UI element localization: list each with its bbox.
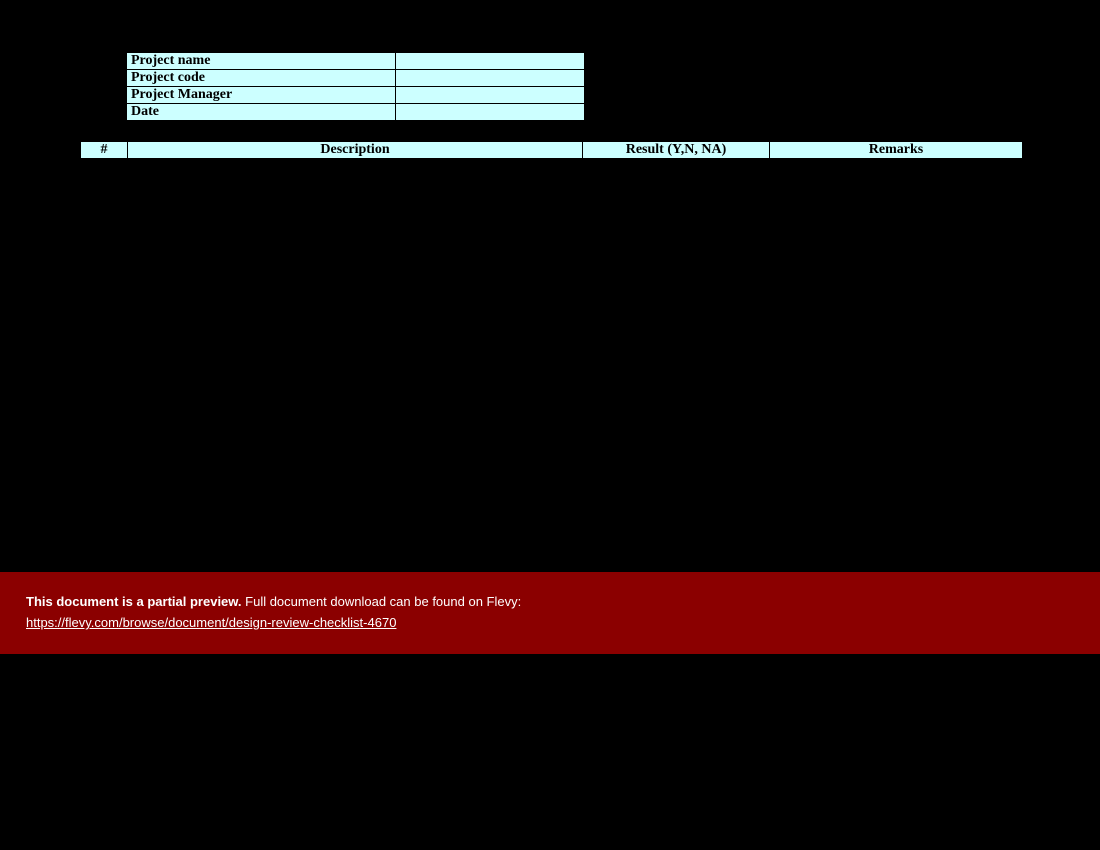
table-row: Project Manager: [127, 87, 585, 104]
info-label-project-code: Project code: [127, 70, 396, 87]
project-info-table: Project name Project code Project Manage…: [126, 52, 585, 121]
col-header-description: Description: [128, 142, 583, 159]
banner-text: This document is a partial preview. Full…: [26, 594, 1074, 609]
banner-bold-text: This document is a partial preview.: [26, 594, 242, 609]
table-row: Date: [127, 104, 585, 121]
checklist-header-row: # Description Result (Y,N, NA) Remarks: [81, 142, 1023, 159]
info-label-date: Date: [127, 104, 396, 121]
col-header-number: #: [81, 142, 128, 159]
info-label-project-name: Project name: [127, 53, 396, 70]
info-label-project-manager: Project Manager: [127, 87, 396, 104]
table-row: Project code: [127, 70, 585, 87]
table-row: Project name: [127, 53, 585, 70]
preview-banner: This document is a partial preview. Full…: [0, 572, 1100, 654]
col-header-remarks: Remarks: [770, 142, 1023, 159]
checklist-table: # Description Result (Y,N, NA) Remarks: [80, 141, 1023, 159]
info-value-project-manager[interactable]: [396, 87, 585, 104]
banner-rest-text: Full document download can be found on F…: [242, 594, 522, 609]
info-value-project-code[interactable]: [396, 70, 585, 87]
banner-link[interactable]: https://flevy.com/browse/document/design…: [26, 615, 396, 630]
info-value-date[interactable]: [396, 104, 585, 121]
page-root: Project name Project code Project Manage…: [0, 0, 1100, 850]
info-value-project-name[interactable]: [396, 53, 585, 70]
col-header-result: Result (Y,N, NA): [583, 142, 770, 159]
